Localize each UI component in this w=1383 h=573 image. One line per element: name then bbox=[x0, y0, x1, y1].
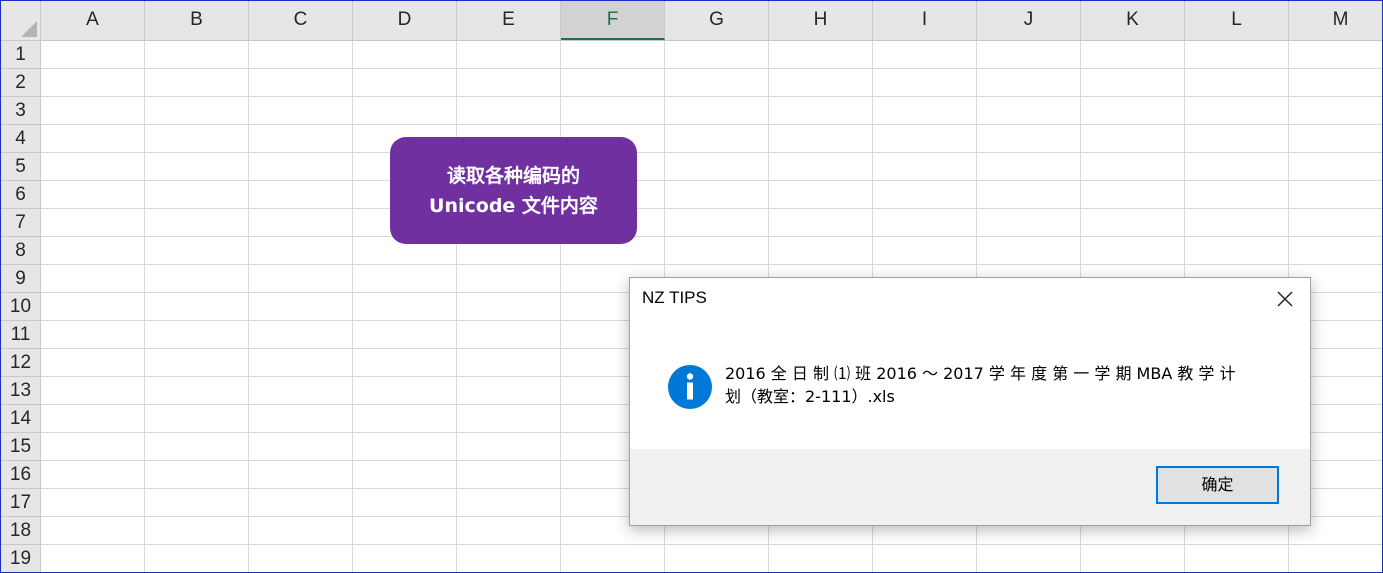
row-header-2[interactable]: 2 bbox=[1, 69, 40, 97]
column-headers: ABCDEFGHIJKLM bbox=[41, 1, 1382, 41]
column-header-k[interactable]: K bbox=[1081, 1, 1185, 40]
row-header-5[interactable]: 5 bbox=[1, 153, 40, 181]
row-header-7[interactable]: 7 bbox=[1, 209, 40, 237]
column-header-j[interactable]: J bbox=[977, 1, 1081, 40]
shape-line-1: 读取各种编码的 bbox=[446, 164, 580, 187]
row-header-15[interactable]: 15 bbox=[1, 433, 40, 461]
select-all-triangle-icon bbox=[21, 21, 37, 37]
row-header-18[interactable]: 18 bbox=[1, 517, 40, 545]
row-header-16[interactable]: 16 bbox=[1, 461, 40, 489]
column-header-g[interactable]: G bbox=[665, 1, 769, 40]
dialog-close-button[interactable] bbox=[1268, 284, 1302, 314]
dialog-message-line-2: 划（教室：2-111）.xls bbox=[725, 387, 895, 406]
column-header-f[interactable]: F bbox=[561, 1, 665, 40]
column-header-h[interactable]: H bbox=[769, 1, 873, 40]
column-header-c[interactable]: C bbox=[249, 1, 353, 40]
column-header-l[interactable]: L bbox=[1185, 1, 1289, 40]
column-header-m[interactable]: M bbox=[1289, 1, 1383, 40]
message-dialog: NZ TIPS 2016 全 日 制 ⑴ 班 2016 ～ 2017 学 年 度… bbox=[629, 277, 1311, 526]
row-header-10[interactable]: 10 bbox=[1, 293, 40, 321]
column-header-d[interactable]: D bbox=[353, 1, 457, 40]
dialog-message-line-1: 2016 全 日 制 ⑴ 班 2016 ～ 2017 学 年 度 第 一 学 期… bbox=[725, 364, 1236, 383]
dialog-message: 2016 全 日 制 ⑴ 班 2016 ～ 2017 学 年 度 第 一 学 期… bbox=[725, 362, 1280, 408]
close-icon bbox=[1277, 291, 1293, 307]
row-header-14[interactable]: 14 bbox=[1, 405, 40, 433]
row-header-1[interactable]: 1 bbox=[1, 41, 40, 69]
column-header-a[interactable]: A bbox=[41, 1, 145, 40]
dialog-footer: 确定 bbox=[630, 449, 1310, 525]
select-all-corner[interactable] bbox=[1, 1, 41, 41]
row-header-4[interactable]: 4 bbox=[1, 125, 40, 153]
row-header-3[interactable]: 3 bbox=[1, 97, 40, 125]
row-header-11[interactable]: 11 bbox=[1, 321, 40, 349]
dialog-title: NZ TIPS bbox=[642, 288, 707, 307]
row-headers: 1 2 3 4 5 6 7 8 9 10 11 12 13 14 15 16 17 18 19 bbox=[1, 41, 41, 572]
row-header-19[interactable]: 19 bbox=[1, 545, 40, 572]
column-header-e[interactable]: E bbox=[457, 1, 561, 40]
info-icon bbox=[668, 365, 712, 409]
row-header-17[interactable]: 17 bbox=[1, 489, 40, 517]
row-header-9[interactable]: 9 bbox=[1, 265, 40, 293]
column-header-i[interactable]: I bbox=[873, 1, 977, 40]
purple-text-shape[interactable]: 读取各种编码的 Unicode 文件内容 bbox=[390, 137, 637, 244]
shape-line-2: Unicode 文件内容 bbox=[429, 194, 598, 217]
row-header-8[interactable]: 8 bbox=[1, 237, 40, 265]
row-header-12[interactable]: 12 bbox=[1, 349, 40, 377]
row-header-6[interactable]: 6 bbox=[1, 181, 40, 209]
column-header-b[interactable]: B bbox=[145, 1, 249, 40]
row-header-13[interactable]: 13 bbox=[1, 377, 40, 405]
ok-button[interactable]: 确定 bbox=[1156, 466, 1279, 504]
